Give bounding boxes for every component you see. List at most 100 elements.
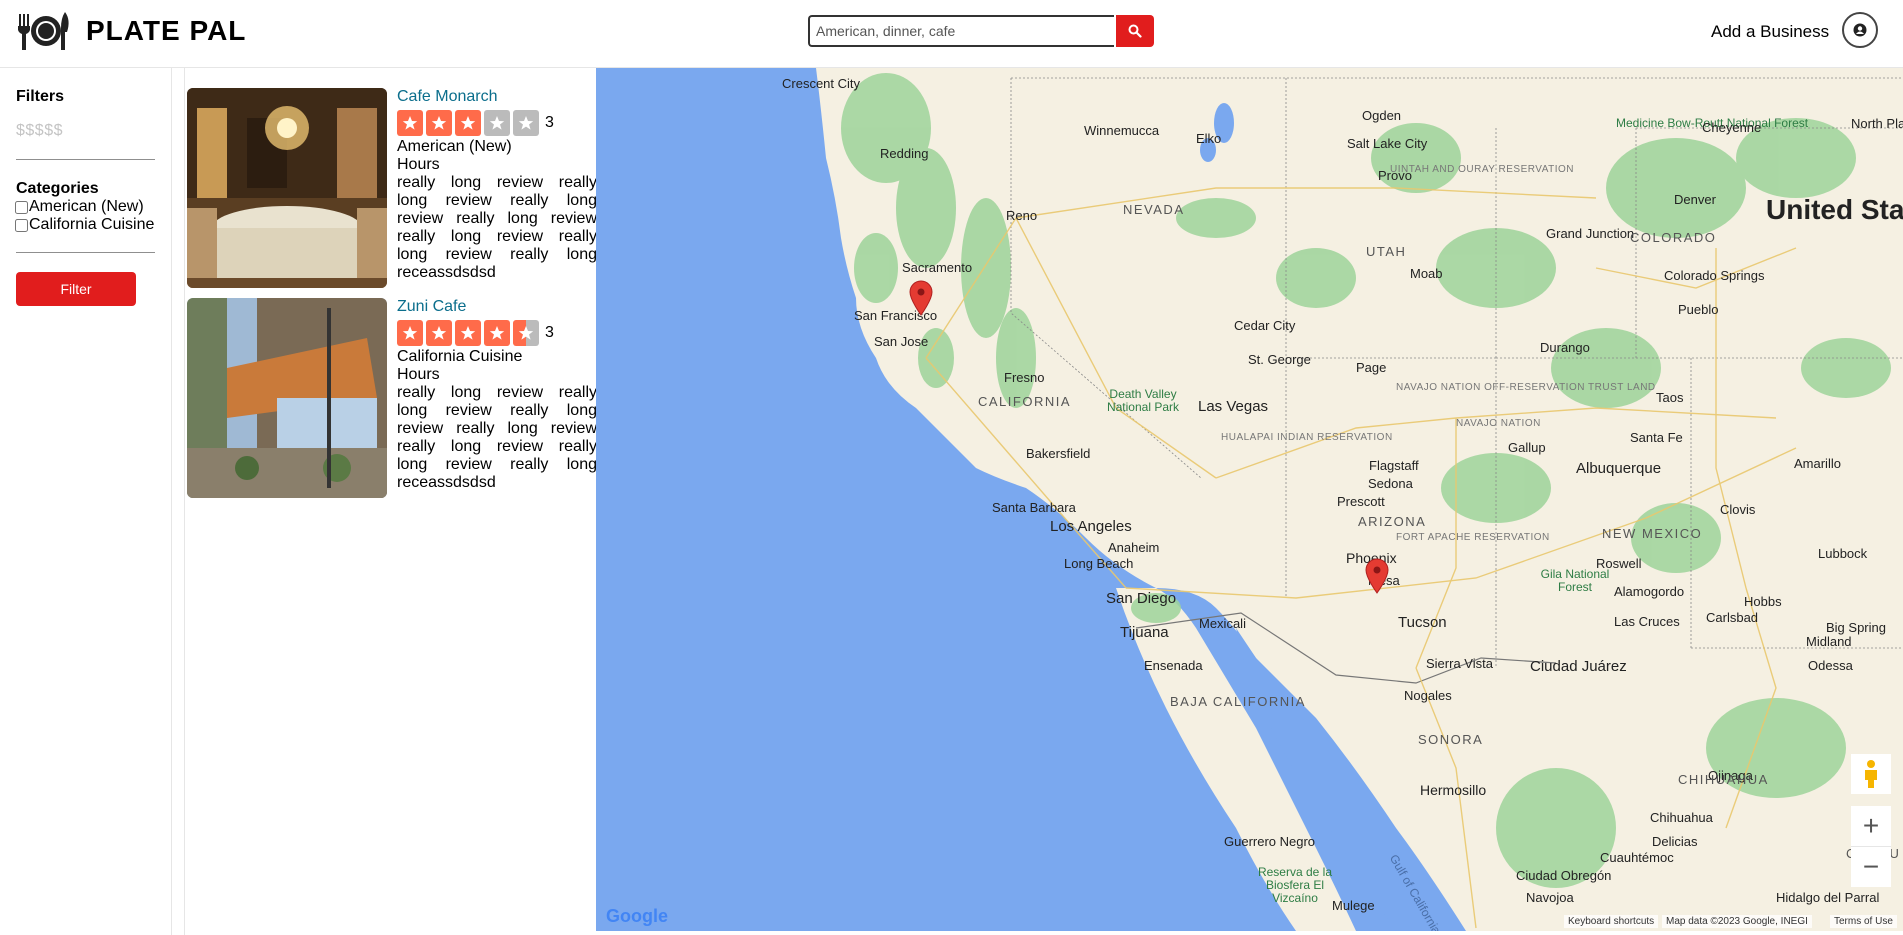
map-city-label: Midland <box>1806 634 1852 649</box>
map-region-label: FORT APACHE RESERVATION <box>1396 532 1550 543</box>
category-option-american-new[interactable]: American (New) <box>15 198 144 216</box>
map-park-label: Reserva de la Biosfera El Vizcaíno <box>1257 865 1333 905</box>
map-city-label: Flagstaff <box>1369 458 1419 473</box>
map-city-label: San Diego <box>1106 590 1177 607</box>
map-city-label: Odessa <box>1808 658 1853 673</box>
map-state-label: NEVADA <box>1123 202 1185 217</box>
map-city-label: Santa Barbara <box>992 500 1076 515</box>
star-icon <box>397 110 423 136</box>
results-list: Cafe Monarch 3 American (New) Hours real… <box>184 68 597 935</box>
star-icon <box>513 110 539 136</box>
map-city-label: Tijuana <box>1120 624 1169 641</box>
google-logo[interactable]: Google <box>606 906 668 927</box>
map-city-label: Mexicali <box>1199 616 1246 631</box>
search-button[interactable] <box>1116 15 1154 47</box>
search-input[interactable] <box>808 15 1114 47</box>
map-city-label: Bakersfield <box>1026 446 1091 461</box>
map-state-label: ARIZONA <box>1358 514 1427 529</box>
map-city-label: Delicias <box>1652 834 1698 849</box>
map-city-label: Hermosillo <box>1420 782 1487 798</box>
add-business-link[interactable]: Add a Business <box>1711 22 1829 42</box>
street-view-pegman-icon[interactable] <box>1851 754 1891 794</box>
star-rating: 3 <box>397 320 554 346</box>
user-avatar-button[interactable] <box>1842 12 1878 48</box>
map-city-label: North Pla <box>1851 116 1903 131</box>
map-city-label: Gallup <box>1508 440 1546 455</box>
price-filter[interactable]: $$$$$ <box>16 122 63 140</box>
map-city-label: Prescott <box>1337 494 1385 509</box>
map-region-label: UINTAH AND OURAY RESERVATION <box>1390 164 1575 175</box>
divider <box>16 252 155 253</box>
map-city-label: Sedona <box>1368 476 1413 491</box>
restaurant-name-link[interactable]: Cafe Monarch <box>397 88 498 106</box>
map-marker-icon[interactable] <box>1364 558 1390 594</box>
map-city-label: Ciudad Obregón <box>1516 868 1612 883</box>
map-park-label: Gila National Forest <box>1540 567 1610 594</box>
restaurant-review: really long review really long review re… <box>397 384 597 491</box>
restaurant-photo[interactable] <box>187 88 387 288</box>
keyboard-shortcuts-link[interactable]: Keyboard shortcuts <box>1564 915 1659 928</box>
star-icon <box>426 320 452 346</box>
map-city-label: Ensenada <box>1144 658 1203 673</box>
brand-name[interactable]: PLATE PAL <box>86 15 246 47</box>
restaurant-card[interactable]: Cafe Monarch 3 American (New) Hours real… <box>187 88 597 288</box>
map-city-label: Cedar City <box>1234 318 1296 333</box>
filter-button[interactable]: Filter <box>16 272 136 306</box>
map-city-label: Sacramento <box>902 260 973 275</box>
map-city-label: Cuauhtémoc <box>1600 850 1674 865</box>
restaurant-photo[interactable] <box>187 298 387 498</box>
google-logo-text: Google <box>606 906 668 926</box>
map-city-label: Reno <box>1006 208 1038 223</box>
terms-of-use-link[interactable]: Terms of Use <box>1830 915 1897 928</box>
star-icon <box>397 320 423 346</box>
map-city-label: Tucson <box>1398 614 1447 631</box>
map-city-label: Durango <box>1540 340 1590 355</box>
star-icon <box>484 110 510 136</box>
map-region-label: NAVAJO NATION <box>1456 418 1541 429</box>
map-city-label: St. George <box>1248 352 1311 367</box>
map-city-label: Fresno <box>1004 370 1045 385</box>
map-city-label: Amarillo <box>1794 456 1841 471</box>
map-city-label: Taos <box>1656 390 1684 405</box>
map-city-label: Chihuahua <box>1650 810 1713 825</box>
category-checkbox[interactable] <box>15 200 28 214</box>
category-option-california-cuisine[interactable]: California Cuisine <box>15 216 154 234</box>
map-canvas[interactable]: Medicine Bow-Routt National Forest Cresc… <box>596 68 1903 931</box>
plate-utensils-icon[interactable] <box>15 10 71 52</box>
map-city-label: Navojoa <box>1526 890 1574 905</box>
map-region-label: HUALAPAI INDIAN RESERVATION <box>1221 432 1393 443</box>
map-city-label: Redding <box>880 146 929 161</box>
divider <box>16 159 155 160</box>
star-icon <box>455 110 481 136</box>
map-city-label: Clovis <box>1720 502 1756 517</box>
restaurant-card[interactable]: Zuni Cafe 3 California Cuisine Hours rea… <box>187 298 597 498</box>
map-park-label: Death Valley National Park <box>1106 387 1180 414</box>
user-icon <box>1853 23 1867 37</box>
map-marker-icon[interactable] <box>908 280 934 316</box>
map-city-label: Hobbs <box>1744 594 1782 609</box>
map-city-label: Moab <box>1410 266 1443 281</box>
map-city-label: Ogden <box>1362 108 1402 123</box>
filters-heading: Filters <box>16 88 65 105</box>
restaurant-name-link[interactable]: Zuni Cafe <box>397 298 466 316</box>
map-city-label: Santa Fe <box>1630 430 1683 445</box>
map-city-label: Lubbock <box>1818 546 1868 561</box>
restaurant-category: California Cuisine <box>397 348 523 365</box>
map-state-label: CHIHUAHUA <box>1678 772 1769 787</box>
category-checkbox[interactable] <box>15 218 28 232</box>
map-city-label: Ciudad Juárez <box>1530 658 1627 675</box>
map-city-label: Elko <box>1196 131 1222 146</box>
zoom-out-button[interactable]: − <box>1851 846 1891 887</box>
star-rating: 3 <box>397 110 554 136</box>
zoom-in-button[interactable]: + <box>1851 806 1891 846</box>
map-state-label: BAJA CALIFORNIA <box>1170 694 1306 709</box>
map-city-label: Winnemucca <box>1084 123 1160 138</box>
rating-count: 3 <box>545 324 554 341</box>
map-city-label: Guerrero Negro <box>1224 834 1316 849</box>
star-icon <box>484 320 510 346</box>
map-state-label: UTAH <box>1366 244 1407 259</box>
map-state-label: SONORA <box>1418 732 1484 747</box>
map-city-label: Alamogordo <box>1614 584 1685 599</box>
map-city-label: Denver <box>1674 192 1716 207</box>
map-city-label: Las Cruces <box>1614 614 1680 629</box>
